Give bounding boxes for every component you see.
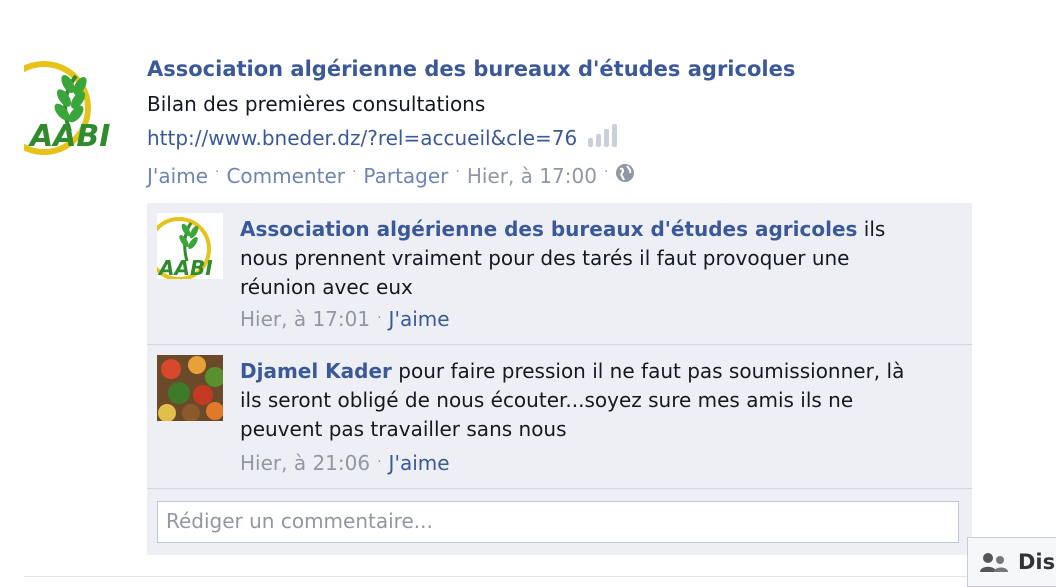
comment-body: Djamel Kader pour faire pression il ne f… [240,357,930,444]
separator: · [377,310,382,326]
logo-lettering: AABI [28,119,110,154]
comment-meta: Hier, à 21:06 · J'aime [240,451,450,475]
logo-lettering: AABI [157,256,213,279]
separator: · [351,163,357,180]
post-url-row: http://www.bneder.dz/?rel=accueil&cle=76 [147,123,618,152]
chat-sidebar-tab[interactable]: Dis [967,537,1056,587]
post-url-link[interactable]: http://www.bneder.dz/?rel=accueil&cle=76 [147,126,577,150]
comment-like-button[interactable]: J'aime [389,307,450,331]
comment-author-link[interactable]: Association algérienne des bureaux d'étu… [240,217,857,241]
post-text: Bilan des premières consultations [147,92,486,116]
comment-input[interactable]: Rédiger un commentaire... [157,501,959,543]
comment-avatar[interactable]: AABI [157,213,223,279]
share-button[interactable]: Partager [363,164,448,188]
signal-bars-icon [587,123,618,152]
comment-avatar[interactable] [157,355,223,421]
post-actions: J'aime · Commenter · Partager · Hier, à … [147,163,635,188]
comment-body: Association algérienne des bureaux d'étu… [240,215,930,302]
separator: · [455,163,460,180]
comment-like-button[interactable]: J'aime [389,451,450,475]
separator: · [215,163,220,180]
post-timestamp[interactable]: Hier, à 17:00 [467,164,597,188]
chat-tab-label: Dis [1018,550,1056,574]
comment-meta: Hier, à 17:01 · J'aime [240,307,450,331]
comment-item: AABI Association algérienne des bureaux … [147,203,972,345]
comment-author-link[interactable]: Djamel Kader [240,359,392,383]
comment-timestamp[interactable]: Hier, à 21:06 [240,451,370,475]
aabi-logo-icon: AABI [24,56,128,158]
divider [24,576,1056,577]
like-button[interactable]: J'aime [147,164,208,188]
vegetables-photo-icon [157,355,223,421]
comment-timestamp[interactable]: Hier, à 17:01 [240,307,370,331]
comment-item: Djamel Kader pour faire pression il ne f… [147,345,972,489]
comments-section: AABI Association algérienne des bureaux … [147,203,972,555]
globe-icon[interactable] [615,163,635,188]
aabi-logo-icon: AABI [157,213,223,279]
separator: · [603,163,609,180]
friends-icon [980,553,1008,572]
separator: · [377,454,382,470]
post-author-link[interactable]: Association algérienne des bureaux d'étu… [147,57,795,81]
comment-button[interactable]: Commenter [226,164,345,188]
page-avatar[interactable]: AABI [24,56,128,158]
